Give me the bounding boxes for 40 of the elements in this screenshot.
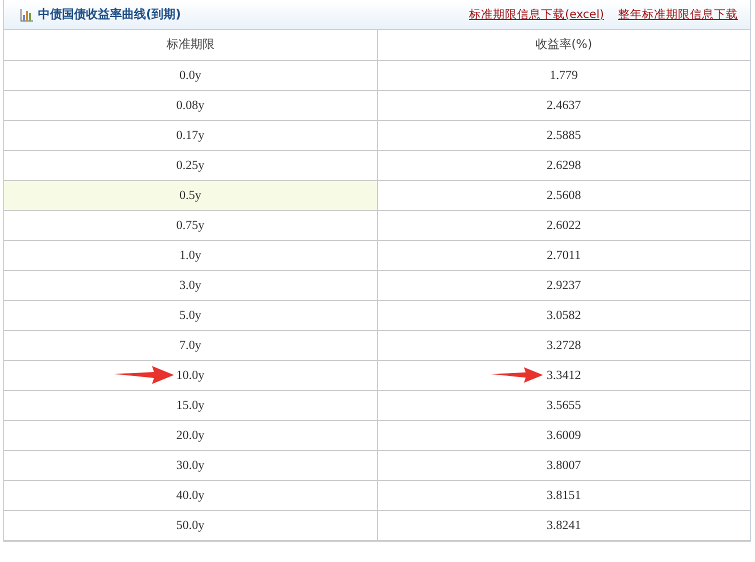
yield-text: 2.6022 (546, 218, 581, 232)
term-text: 20.0y (176, 428, 204, 442)
yield-text: 3.8241 (546, 518, 581, 532)
term-text: 15.0y (176, 398, 204, 412)
download-link[interactable]: 整年标准期限信息下载 (618, 7, 738, 22)
arrow-icon (490, 366, 543, 384)
yield-text: 3.3412 (546, 368, 581, 382)
term-text: 0.75y (176, 218, 204, 232)
term-text: 40.0y (176, 488, 204, 502)
yield-text: 3.5655 (546, 398, 581, 412)
term-text: 5.0y (179, 308, 202, 322)
term-text: 0.08y (176, 98, 204, 112)
yield-text: 2.5608 (546, 188, 581, 202)
yield-text: 3.2728 (546, 338, 581, 352)
yield-text: 3.8007 (546, 458, 581, 472)
yield-text: 1.779 (550, 68, 578, 82)
term-text: 0.5y (179, 188, 202, 202)
term-text: 50.0y (176, 518, 204, 532)
column-header: 收益率(%) (377, 30, 750, 60)
term-text: 7.0y (179, 338, 202, 352)
panel-title: 中债国债收益率曲线(到期) (38, 6, 181, 23)
term-text: 0.17y (176, 128, 204, 142)
download-link[interactable]: 标准期限信息下载(excel) (468, 7, 604, 22)
term-text: 30.0y (176, 458, 204, 472)
yield-text: 2.9237 (546, 278, 581, 292)
yield-text: 3.0582 (546, 308, 581, 322)
term-text: 10.0y (176, 368, 204, 382)
yield-text: 2.7011 (546, 248, 581, 262)
bar-chart-icon (20, 8, 34, 22)
yield-text: 2.4637 (546, 98, 581, 112)
term-text: 1.0y (179, 248, 202, 262)
term-text: 3.0y (179, 278, 202, 292)
yield-text: 3.6009 (546, 428, 581, 442)
term-text: 0.25y (176, 158, 204, 172)
yield-text: 2.6298 (546, 158, 581, 172)
arrow-icon (114, 366, 174, 384)
term-text: 0.0y (179, 68, 202, 82)
yield-text: 2.5885 (546, 128, 581, 142)
yield-text: 3.8151 (546, 488, 581, 502)
column-header: 标准期限 (4, 30, 377, 60)
